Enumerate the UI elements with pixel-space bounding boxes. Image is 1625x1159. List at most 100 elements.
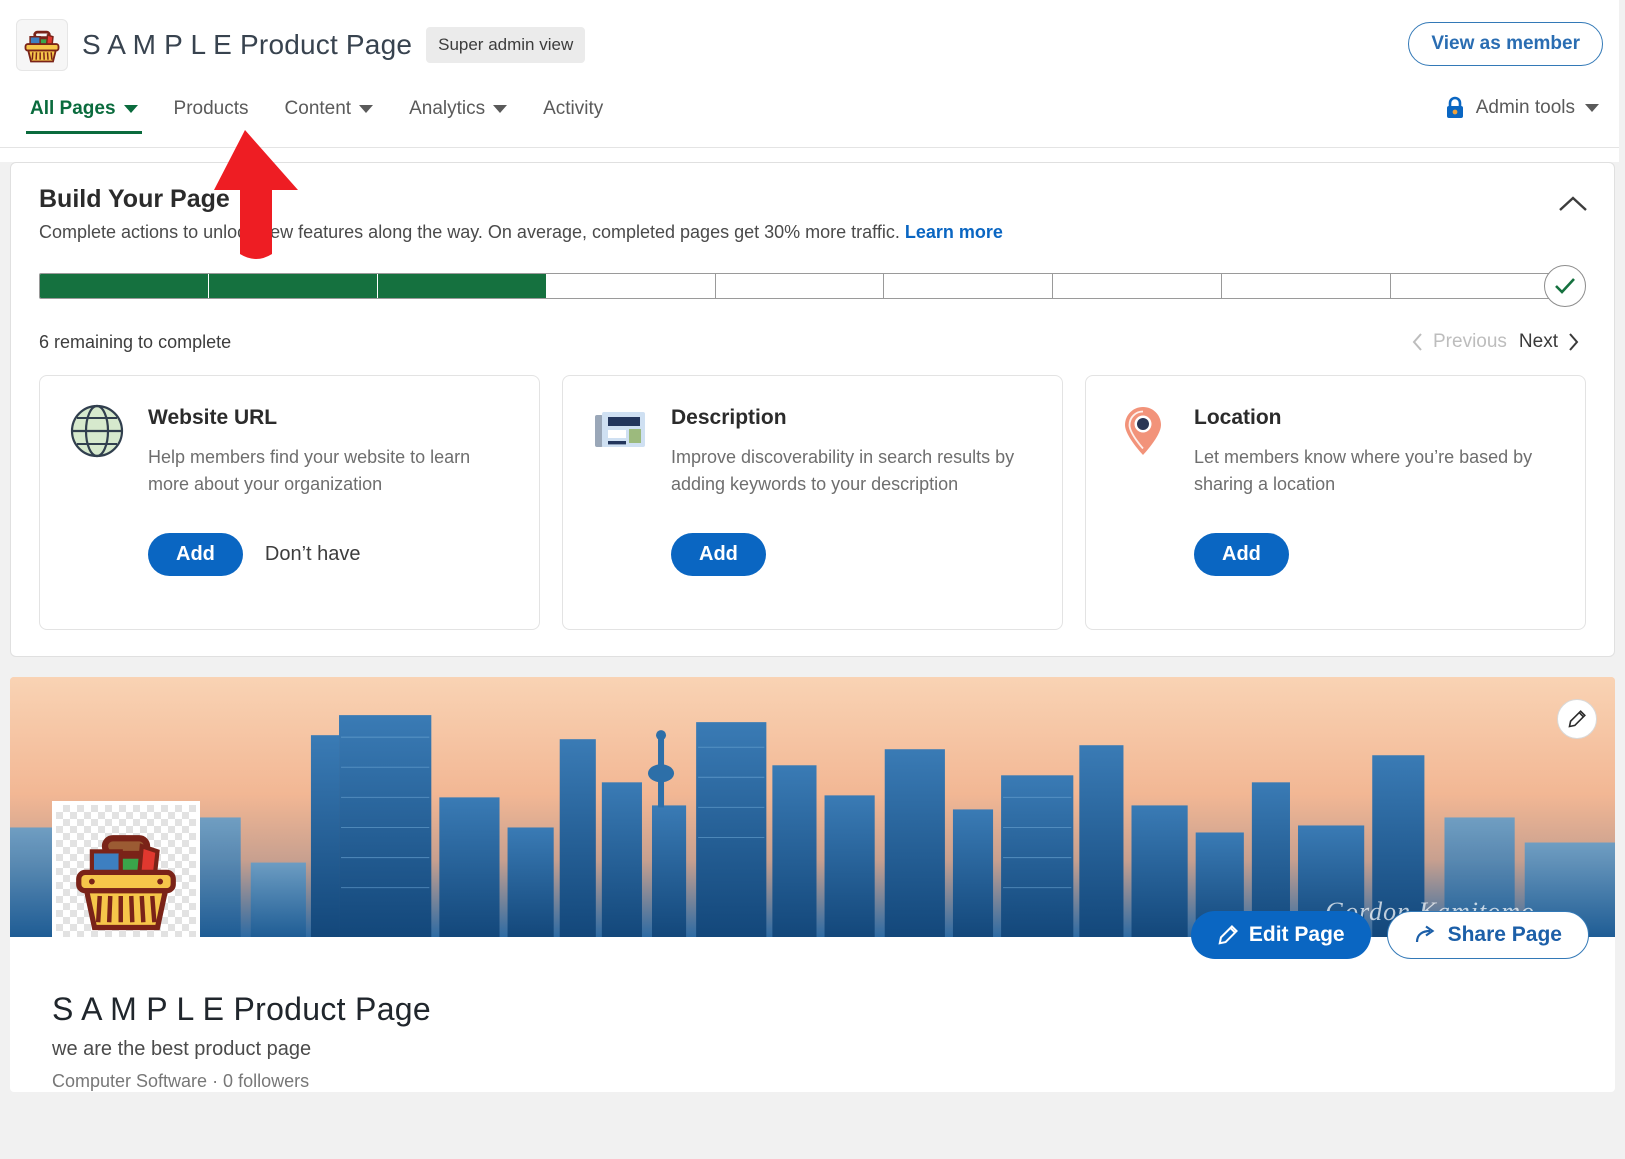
nav-item-content[interactable]: Content — [271, 90, 396, 136]
task-icon-wrap — [1114, 402, 1172, 460]
nav-item-products[interactable]: Products — [160, 90, 271, 136]
task-description: Let members know where you’re based by s… — [1194, 447, 1533, 495]
organization-tagline: we are the best product page — [52, 1038, 312, 1060]
nav-item-label: Analytics — [409, 98, 486, 119]
brand-row: S A M P L E Product Page Super admin vie… — [16, 18, 1625, 71]
main-content: Build Your Page Complete actions to unlo… — [0, 162, 1625, 1159]
next-label: Next — [1518, 331, 1558, 352]
build-your-page-panel: Build Your Page Complete actions to unlo… — [10, 162, 1615, 657]
banner-image: Gordon Kamitomo — [10, 677, 1615, 937]
view-as-member-button[interactable]: View as member — [1408, 22, 1603, 66]
edit-page-button[interactable]: Edit Page — [1190, 911, 1371, 959]
progress-segment — [546, 274, 716, 298]
learn-more-link[interactable]: Learn more — [905, 222, 1003, 242]
chevron-right-icon — [1569, 333, 1579, 351]
progress-segment — [884, 274, 1054, 298]
add-website-url-button[interactable]: Add — [148, 532, 243, 576]
task-title: Description — [671, 406, 787, 429]
organization-name: S A M P L E Product Page — [52, 991, 431, 1027]
task-body: Website URL Help members find your websi… — [148, 402, 515, 499]
task-card-list: Website URL Help members find your websi… — [39, 375, 1586, 630]
task-body: Location Let members know where you’re b… — [1194, 402, 1561, 499]
task-description: Improve discoverability in search result… — [671, 447, 1015, 495]
nav-item-label: Activity — [543, 98, 604, 119]
lock-icon — [1446, 96, 1463, 118]
nav-item-analytics[interactable]: Analytics — [395, 90, 529, 136]
progress-segment — [1391, 274, 1559, 298]
build-panel-title: Build Your Page — [39, 185, 230, 213]
chevron-up-icon — [1559, 196, 1587, 211]
profile-card: Gordon Kamitomo — [10, 677, 1615, 1092]
dont-have-website-url-button[interactable]: Don’t have — [265, 543, 361, 566]
share-arrow-icon — [1415, 925, 1435, 943]
next-button[interactable]: Next — [1519, 331, 1580, 353]
task-head: Website URL Help members find your websi… — [68, 402, 515, 499]
collapse-panel-button[interactable] — [1556, 187, 1590, 221]
newspaper-icon — [595, 412, 645, 447]
task-actions: Add Don’t have — [68, 532, 515, 576]
previous-button[interactable]: Previous — [1411, 331, 1507, 353]
nav-item-all-pages[interactable]: All Pages — [16, 90, 160, 136]
admin-tools-label: Admin tools — [1475, 97, 1575, 118]
progress-complete-badge — [1544, 265, 1586, 307]
progress-row — [39, 265, 1586, 307]
chevron-left-icon — [1412, 333, 1422, 351]
build-panel-subtitle: Complete actions to unlock new features … — [39, 222, 1586, 243]
task-icon-wrap — [68, 402, 126, 460]
pencil-icon — [1568, 710, 1586, 728]
scrollbar-track[interactable] — [1619, 0, 1625, 1159]
share-page-label: Share Page — [1447, 923, 1562, 946]
task-card-description: Description Improve discoverability in s… — [562, 375, 1063, 630]
add-location-button[interactable]: Add — [1194, 532, 1289, 576]
progress-segment — [715, 274, 885, 298]
city-skyline-graphic — [10, 677, 1615, 937]
primary-nav: All Pages Products Content Analytics Act… — [0, 90, 1625, 148]
task-title: Website URL — [148, 406, 278, 429]
page-title: S A M P L E Product Page — [82, 28, 413, 60]
progress-segment — [208, 274, 378, 298]
location-pin-icon — [1125, 407, 1161, 455]
admin-tools-menu[interactable]: Admin tools — [1444, 96, 1599, 120]
progress-segment — [1222, 274, 1392, 298]
edit-banner-button[interactable] — [1557, 699, 1597, 739]
chevron-down-icon — [1585, 104, 1599, 112]
share-page-button[interactable]: Share Page — [1386, 911, 1589, 959]
nav-item-label: Products — [173, 98, 249, 119]
header-logo — [16, 18, 68, 71]
profile-info: Edit Page Share Page S A M P L E Product… — [10, 911, 1615, 1092]
add-description-button[interactable]: Add — [671, 532, 766, 576]
progress-segment — [40, 274, 209, 298]
task-card-website-url: Website URL Help members find your websi… — [39, 375, 540, 630]
task-actions: Add — [1114, 532, 1561, 576]
previous-label: Previous — [1433, 331, 1507, 352]
nav-items: All Pages Products Content Analytics Act… — [16, 90, 625, 136]
task-head: Location Let members know where you’re b… — [1114, 402, 1561, 499]
progress-bar — [39, 273, 1560, 299]
check-icon — [1555, 278, 1575, 294]
remaining-count-text: 6 remaining to complete — [39, 331, 232, 352]
task-actions: Add — [591, 532, 1038, 576]
task-head: Description Improve discoverability in s… — [591, 402, 1038, 499]
task-body: Description Improve discoverability in s… — [671, 402, 1038, 499]
nav-item-label: Content — [284, 98, 352, 119]
org-logo — [52, 801, 200, 937]
task-title: Location — [1194, 406, 1282, 429]
chevron-down-icon — [123, 105, 138, 113]
globe-icon — [70, 404, 124, 458]
nav-item-activity[interactable]: Activity — [529, 90, 625, 136]
progress-segment — [377, 274, 547, 298]
super-admin-badge: Super admin view — [426, 26, 586, 63]
card-pager: Previous Next — [1411, 331, 1580, 353]
task-card-location: Location Let members know where you’re b… — [1085, 375, 1586, 630]
organization-meta: Computer Software · 0 followers — [52, 1071, 310, 1091]
nav-item-label: All Pages — [30, 98, 116, 119]
task-icon-wrap — [591, 402, 649, 460]
progress-segment — [1053, 274, 1223, 298]
task-description: Help members find your website to learn … — [148, 447, 471, 495]
pencil-icon — [1218, 925, 1238, 945]
chevron-down-icon — [493, 105, 508, 113]
shopping-basket-icon — [76, 835, 176, 931]
build-panel-subtitle-text: Complete actions to unlock new features … — [39, 222, 900, 242]
edit-page-label: Edit Page — [1248, 923, 1345, 946]
top-header: S A M P L E Product Page Super admin vie… — [0, 0, 1625, 90]
